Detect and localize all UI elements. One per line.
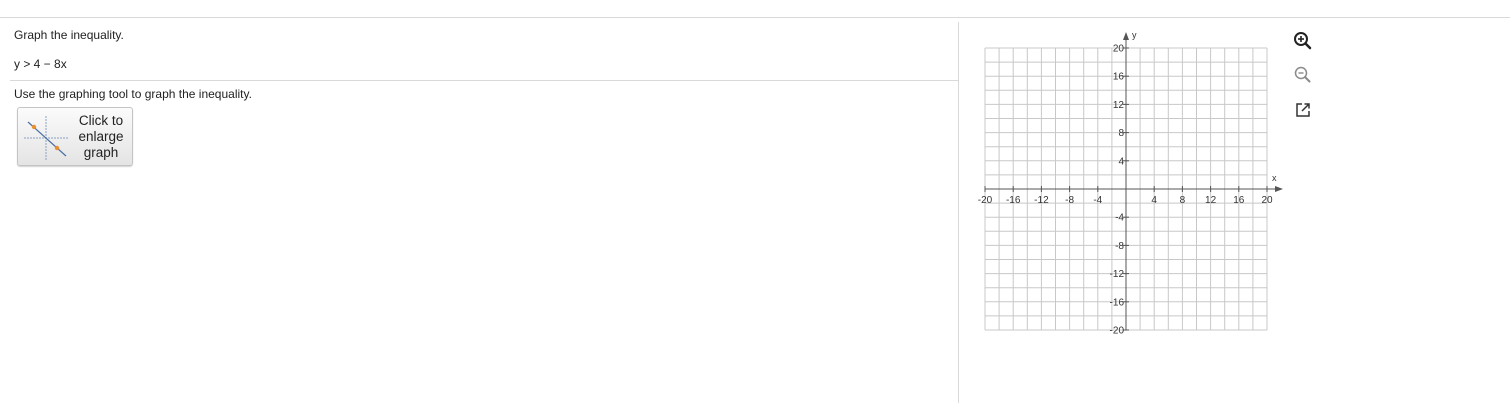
zoom-in-icon bbox=[1294, 32, 1312, 50]
enlarge-graph-button[interactable]: Click to enlarge graph bbox=[17, 107, 133, 166]
y-tick-label: 12 bbox=[1113, 100, 1125, 111]
y-tick-label: 4 bbox=[1118, 156, 1124, 167]
popout-button[interactable] bbox=[1290, 97, 1316, 123]
y-axis-label: y bbox=[1132, 30, 1137, 40]
zoom-out-button[interactable] bbox=[1290, 62, 1316, 88]
x-tick-label: 8 bbox=[1180, 195, 1186, 206]
x-tick-label: -12 bbox=[1034, 195, 1049, 206]
y-tick-label: 16 bbox=[1113, 72, 1125, 83]
y-tick-label: -4 bbox=[1115, 213, 1124, 224]
graph-thumbnail-icon bbox=[24, 116, 68, 160]
x-axis-arrow bbox=[1275, 186, 1283, 192]
question-pane bbox=[0, 18, 958, 403]
x-tick-label: 16 bbox=[1233, 195, 1245, 206]
pane-divider bbox=[958, 22, 959, 403]
x-tick-label: -8 bbox=[1065, 195, 1074, 206]
section-divider bbox=[10, 80, 958, 81]
x-tick-label: 4 bbox=[1151, 195, 1157, 206]
zoom-in-button[interactable] bbox=[1290, 28, 1316, 54]
x-axis-label: x bbox=[1272, 173, 1277, 183]
popout-icon bbox=[1296, 103, 1310, 117]
x-tick-label: 20 bbox=[1261, 195, 1273, 206]
y-axis-arrow bbox=[1123, 32, 1129, 40]
y-tick-label: 20 bbox=[1113, 44, 1125, 55]
x-tick-label: 12 bbox=[1205, 195, 1217, 206]
x-tick-label: -4 bbox=[1093, 195, 1102, 206]
instruction-text: Graph the inequality. bbox=[14, 28, 124, 42]
enlarge-graph-label: Click to enlarge graph bbox=[78, 113, 124, 160]
zoom-out-icon bbox=[1294, 66, 1311, 83]
tool-instruction-text: Use the graphing tool to graph the inequ… bbox=[14, 87, 252, 101]
y-tick-label: -20 bbox=[1110, 326, 1125, 337]
y-tick-label: -12 bbox=[1110, 269, 1125, 280]
y-tick-label: -16 bbox=[1110, 297, 1125, 308]
inequality-text: y > 4 − 8x bbox=[14, 57, 67, 71]
x-tick-label: -20 bbox=[978, 195, 993, 206]
y-tick-label: -8 bbox=[1115, 241, 1124, 252]
coordinate-grid[interactable]: x y -20 -16 -12 -8 -4 4 8 12 16 20 20 16 12 8 4 -4 -8 -12 -1… bbox=[975, 28, 1285, 340]
x-tick-label: -16 bbox=[1006, 195, 1021, 206]
y-tick-label: 8 bbox=[1118, 128, 1124, 139]
